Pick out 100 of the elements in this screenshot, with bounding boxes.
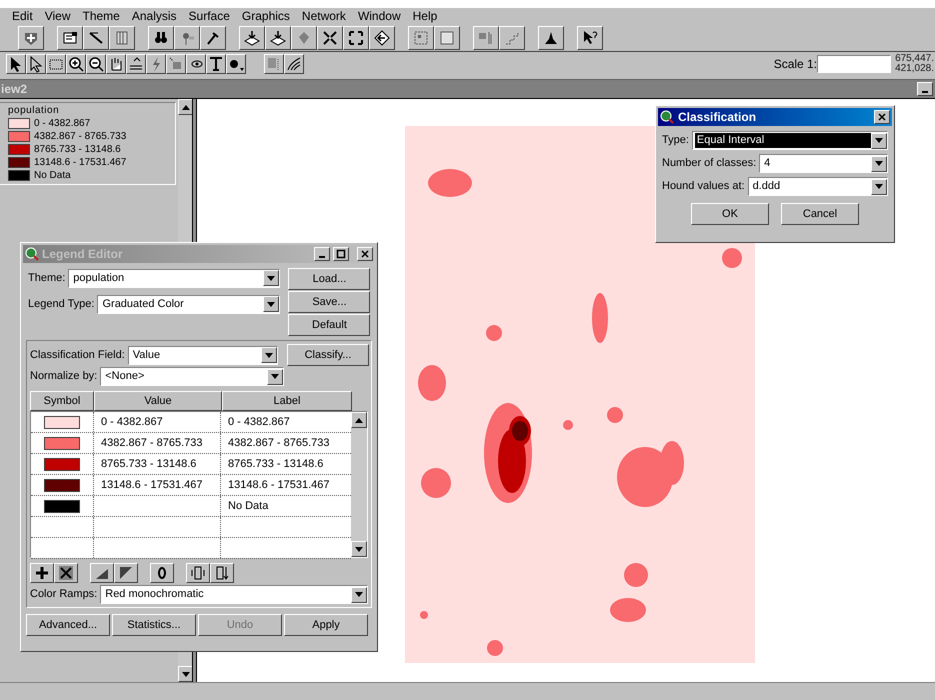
zoom-out-button[interactable] (86, 54, 106, 74)
shrink-button[interactable] (317, 26, 343, 50)
menu-item[interactable]: Theme (82, 9, 120, 24)
plus-button[interactable] (30, 563, 54, 583)
menu-item[interactable]: Analysis (132, 9, 177, 24)
dialog-button[interactable]: Load... (288, 268, 370, 290)
close-button[interactable] (357, 247, 373, 261)
theme-select[interactable]: population (68, 268, 280, 288)
layer-add-button[interactable] (239, 26, 265, 50)
vertex-button[interactable] (26, 54, 46, 74)
grid-icon (412, 29, 430, 47)
ramp-down-button[interactable] (114, 563, 138, 583)
dropdown-button[interactable] (871, 178, 887, 194)
scroll-up-button[interactable] (351, 412, 367, 428)
column-header[interactable]: Symbol (30, 391, 94, 411)
add-theme-button[interactable] (18, 26, 44, 50)
normalize-select[interactable]: <None> (100, 367, 284, 386)
dialog-button[interactable]: Statistics... (112, 614, 196, 636)
maximize-button[interactable] (333, 247, 349, 261)
menu-item[interactable]: Surface (188, 9, 230, 24)
zero-button[interactable] (150, 563, 174, 583)
menu-item[interactable]: Help (412, 9, 438, 24)
dropdown-button[interactable] (263, 270, 280, 286)
theme-name[interactable]: population (8, 105, 175, 117)
dialog-button[interactable]: Default (288, 314, 370, 336)
delete-icon (57, 564, 75, 582)
down-caret-icon (267, 302, 276, 306)
minimize-button[interactable] (917, 82, 933, 96)
table-cell-text: 0 - 4382.867 (228, 414, 290, 430)
scrollbar[interactable] (351, 412, 367, 557)
menu-item[interactable]: Graphics (242, 9, 290, 24)
classification-field-select[interactable]: Value (128, 346, 278, 364)
dialog-button[interactable]: Save... (288, 291, 370, 313)
scale-field[interactable] (817, 55, 892, 73)
dropdown-button[interactable] (267, 368, 284, 384)
zoom-in-button[interactable] (66, 54, 86, 74)
dropdown-button[interactable] (871, 156, 887, 172)
menu-item[interactable]: View (44, 9, 70, 24)
symbol-swatch[interactable] (44, 478, 80, 492)
sort-button[interactable] (210, 563, 234, 583)
area-button[interactable] (166, 54, 186, 74)
grid-select-button[interactable] (264, 54, 284, 74)
table-button[interactable] (109, 26, 135, 50)
dialog-button[interactable]: Apply (284, 614, 368, 636)
delete-button[interactable] (54, 563, 78, 583)
hammer-button[interactable] (200, 26, 226, 50)
diamond-button[interactable] (369, 26, 395, 50)
dropdown-field[interactable]: 4 (759, 154, 888, 173)
ramp-up-button[interactable] (90, 563, 114, 583)
menu-item[interactable]: Edit (12, 9, 33, 24)
dropdown-button[interactable] (351, 586, 367, 602)
help-pointer-button[interactable] (577, 26, 603, 50)
binoculars-button[interactable] (148, 26, 174, 50)
symbol-swatch[interactable] (44, 436, 80, 450)
hand-button[interactable] (106, 54, 126, 74)
expand-button[interactable] (343, 26, 369, 50)
symbol-swatch[interactable] (44, 500, 80, 512)
dialog-button[interactable]: OK (691, 203, 769, 225)
text-tool-button[interactable] (206, 54, 226, 74)
dropdown-button[interactable] (871, 132, 887, 148)
contour-button[interactable] (284, 54, 304, 74)
frame-icon (438, 29, 456, 47)
grid-button[interactable] (408, 26, 434, 50)
table-cell-text: 0 - 4382.867 (101, 414, 163, 430)
field-label: Normalize by: (30, 369, 98, 384)
menu-item[interactable]: Network (302, 9, 346, 24)
frame-button[interactable] (434, 26, 460, 50)
dropdown-field[interactable]: Equal Interval (692, 131, 888, 150)
scroll-down-button[interactable] (351, 541, 367, 557)
chart-steps-button[interactable] (499, 26, 525, 50)
dialog-button[interactable]: Cancel (781, 203, 859, 225)
properties-button[interactable] (57, 26, 83, 50)
symbol-swatch[interactable] (44, 458, 80, 470)
layer-add-button[interactable] (265, 26, 291, 50)
column-header[interactable]: Value (94, 391, 222, 411)
dropdown-button[interactable] (263, 296, 280, 312)
legend-type-select[interactable]: Graduated Color (97, 294, 280, 314)
dropdown-button[interactable] (261, 347, 277, 363)
shrink-icon (321, 29, 339, 47)
minimize-button[interactable] (314, 247, 330, 261)
field-label: Theme: (28, 270, 66, 286)
select-box-button[interactable] (46, 54, 66, 74)
lightning-button[interactable] (146, 54, 166, 74)
zoom-out-icon (87, 55, 105, 73)
legend-label: No Data (34, 170, 71, 182)
maximize-icon (336, 249, 346, 259)
histogram-button[interactable] (538, 26, 564, 50)
close-button[interactable] (874, 110, 890, 124)
dialog-button[interactable]: Advanced... (26, 614, 110, 636)
pin-button[interactable] (174, 26, 200, 50)
color-ramp-select[interactable]: Red monochromatic (100, 585, 368, 604)
dialog-button[interactable]: Classify... (287, 344, 369, 366)
point-button[interactable] (226, 54, 246, 74)
measure-button[interactable] (126, 54, 146, 74)
column-header[interactable]: Label (222, 391, 352, 411)
menu-item[interactable]: Window (358, 9, 401, 24)
dropdown-field[interactable]: d.ddd (748, 177, 888, 196)
symbol-swatch[interactable] (44, 416, 80, 428)
pointer-button[interactable] (6, 54, 26, 74)
shape-button[interactable] (291, 26, 317, 50)
